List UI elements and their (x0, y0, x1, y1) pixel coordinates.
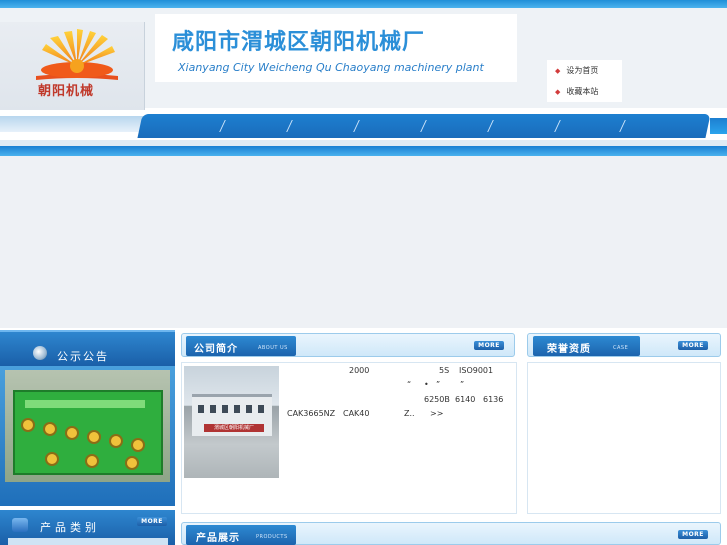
window-shape (246, 405, 252, 413)
products-tab: 产品展示 PRODUCTS (186, 525, 296, 545)
spool-icon (43, 422, 57, 436)
site-title: 咸阳市渭城区朝阳机械厂 (172, 29, 426, 55)
factory-sign-text: 渭城区朝阳机械厂 (213, 425, 254, 431)
nav-bar (137, 114, 711, 138)
bookmark-site-link[interactable]: ◆ 收藏本站 (547, 81, 622, 102)
about-title: 公司简介 (194, 344, 238, 355)
nav-item-6[interactable] (494, 118, 554, 136)
about-text: CAK40 (343, 409, 370, 418)
honor-subtitle: CASE (613, 345, 629, 351)
logo-text: 朝阳机械 (38, 84, 95, 99)
about-text: Z.. (404, 409, 415, 418)
about-text: • (424, 380, 429, 389)
honor-title: 荣誉资质 (547, 344, 591, 355)
nav-item-3[interactable] (293, 118, 353, 136)
nav-item-1[interactable] (160, 118, 220, 136)
spool-icon (125, 456, 139, 470)
nav-blue-strip (0, 146, 727, 156)
about-text: ” (460, 380, 465, 389)
window-shape (210, 405, 216, 413)
nav-left-strip (0, 116, 150, 132)
quick-link-label: 收藏本站 (566, 87, 599, 96)
about-text: 6136 (483, 395, 504, 404)
window-shape (258, 405, 264, 413)
disc-icon (33, 346, 47, 360)
about-text: 6140 (455, 395, 476, 404)
products-more-button[interactable]: MORE (678, 530, 708, 539)
page: 朝阳机械 咸阳市渭城区朝阳机械厂 Xianyang City Weicheng … (0, 0, 727, 545)
window-shape (234, 405, 240, 413)
category-more-button[interactable]: MORE (137, 517, 167, 526)
about-text: 2000 (349, 366, 370, 375)
spool-icon (85, 454, 99, 468)
factory-sign: 渭城区朝阳机械厂 (204, 424, 264, 432)
products-title: 产品展示 (196, 533, 240, 544)
nav-item-4[interactable] (360, 118, 420, 136)
about-text: CAK3665NZ (287, 409, 336, 418)
site-subtitle-english: Xianyang City Weicheng Qu Chaoyang machi… (178, 61, 484, 74)
honor-body (527, 362, 721, 514)
banner-area (0, 156, 727, 328)
spool-icon (21, 418, 35, 432)
about-text: 6250B (424, 395, 450, 404)
honor-more-button[interactable]: MORE (678, 341, 708, 350)
spool-icon (87, 430, 101, 444)
nav-item-2[interactable] (226, 118, 286, 136)
about-text: “ (407, 380, 412, 389)
nav-item-5[interactable] (427, 118, 487, 136)
diamond-bullet-icon: ◆ (555, 87, 561, 96)
set-homepage-link[interactable]: ◆ 设为首页 (547, 60, 622, 81)
about-text: ” (436, 380, 441, 389)
spool-icon (65, 426, 79, 440)
about-text: ISO9001 (459, 366, 494, 375)
spool-icon (131, 438, 145, 452)
spool-icon (45, 452, 59, 466)
about-text: 5S (439, 366, 450, 375)
machine-illustration (13, 390, 163, 475)
category-icon (12, 518, 28, 532)
honor-tab: 荣誉资质 CASE (533, 336, 640, 356)
factory-photo[interactable]: 渭城区朝阳机械厂 (184, 366, 279, 478)
sunrise-logo-icon (36, 29, 118, 80)
nav-right-strip (710, 118, 727, 134)
nav-item-8[interactable] (626, 118, 686, 136)
window-shape (198, 405, 204, 413)
category-list-item[interactable] (8, 538, 168, 545)
about-more-button[interactable]: MORE (474, 341, 504, 350)
diamond-bullet-icon: ◆ (555, 66, 561, 75)
top-strip (0, 0, 727, 8)
notice-header: 公示公告 (0, 330, 175, 366)
about-tab: 公司简介 ABOUT US (186, 336, 296, 356)
notice-machine-image[interactable] (5, 370, 170, 482)
about-subtitle: ABOUT US (258, 345, 288, 351)
spool-icon (109, 434, 123, 448)
window-shape (222, 405, 228, 413)
quick-links: ◆ 设为首页 ◆ 收藏本站 (547, 60, 622, 102)
notice-title: 公示公告 (57, 350, 109, 363)
nav-item-7[interactable] (561, 118, 621, 136)
category-title: 产品类别 (40, 521, 100, 534)
quick-link-label: 设为首页 (566, 66, 599, 75)
about-read-more-link[interactable]: >> (430, 409, 443, 418)
products-subtitle: PRODUCTS (256, 534, 288, 540)
